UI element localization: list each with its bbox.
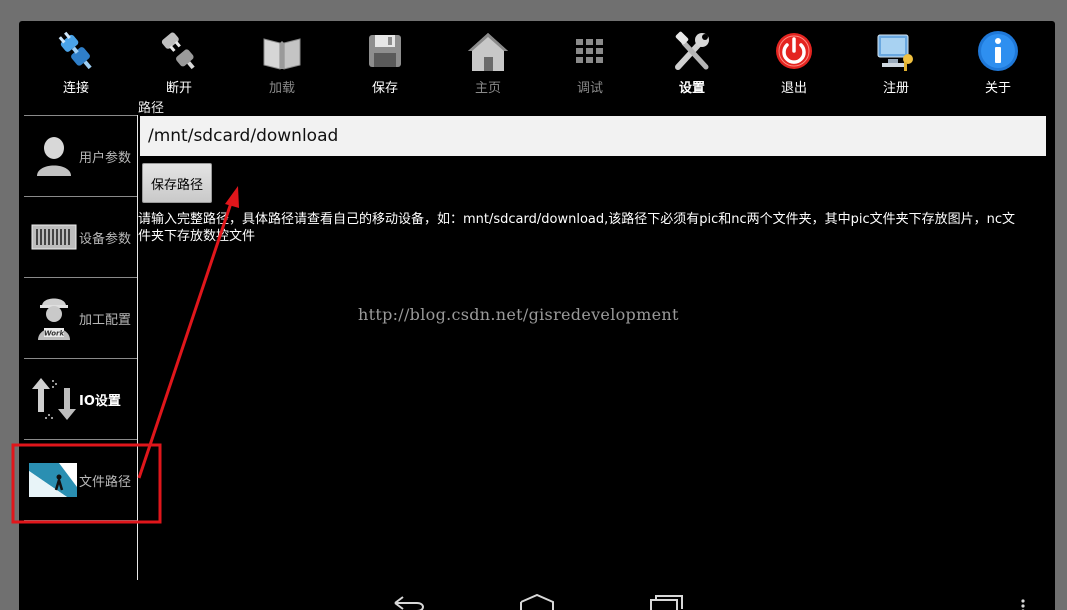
info-icon [976, 29, 1020, 73]
settings-button[interactable]: 设置 [642, 21, 742, 99]
save-toolbar-label: 保存 [371, 81, 398, 96]
path-hint-text: 请输入完整路径，具体路径请查看自己的移动设备，如：mnt/sdcard/down… [138, 212, 1016, 244]
load-button[interactable]: 加载 [232, 21, 332, 99]
sidebar-divider [137, 115, 138, 580]
sidebar-item-label: 用户参数 [79, 150, 132, 166]
debug-label: 调试 [576, 81, 603, 96]
recent-apps-icon[interactable] [649, 595, 685, 610]
sidebar-item-file-path[interactable]: 文件路径 [24, 439, 137, 521]
settings-sidebar: 用户参数 设备参数 Work 加工配置 IO设置 文件路径 [24, 115, 138, 610]
save-path-button[interactable]: 保存路径 [142, 163, 212, 203]
svg-text:Work: Work [44, 330, 66, 338]
device-rack-icon [30, 213, 78, 261]
floppy-disk-icon [363, 29, 407, 73]
watermark: http://blog.csdn.net/gisredevelopment [358, 305, 679, 324]
overflow-menu-icon[interactable] [1020, 597, 1026, 610]
path-heading: 路径 [138, 101, 165, 116]
home-nav-icon[interactable] [519, 593, 555, 610]
power-icon [772, 29, 816, 73]
file-path-icon [28, 456, 78, 504]
save-toolbar-button[interactable]: 保存 [335, 21, 435, 99]
app-window: 连接 断开 加载 保存 主页 调试 设置 退出 注册 关于 用户参数 设备参数 … [19, 21, 1055, 610]
connect-label: 连接 [62, 81, 89, 96]
grid-icon [568, 29, 612, 73]
computer-key-icon [874, 29, 918, 73]
plug-connect-icon [54, 29, 98, 73]
sidebar-item-label: 设备参数 [79, 231, 132, 247]
disconnect-label: 断开 [165, 81, 192, 96]
settings-label: 设置 [678, 81, 705, 96]
about-label: 关于 [984, 81, 1011, 96]
sidebar-item-label: 加工配置 [79, 312, 132, 328]
register-label: 注册 [882, 81, 909, 96]
android-navbar [19, 581, 1055, 610]
open-book-icon [260, 29, 304, 73]
sidebar-item-device-params[interactable]: 设备参数 [24, 196, 137, 277]
exit-button[interactable]: 退出 [744, 21, 844, 99]
debug-button[interactable]: 调试 [540, 21, 640, 99]
disconnect-button[interactable]: 断开 [129, 21, 229, 99]
sidebar-item-io-settings[interactable]: IO设置 [24, 358, 137, 439]
io-arrows-icon [30, 375, 78, 423]
about-button[interactable]: 关于 [948, 21, 1048, 99]
path-input-value: /mnt/sdcard/download [148, 126, 339, 146]
user-icon [30, 132, 78, 180]
load-label: 加载 [268, 81, 295, 96]
sidebar-item-label: IO设置 [79, 393, 121, 409]
back-icon[interactable] [391, 595, 427, 610]
plug-disconnect-icon [157, 29, 201, 73]
register-button[interactable]: 注册 [846, 21, 946, 99]
worker-icon: Work [30, 294, 78, 342]
home-label: 主页 [474, 81, 501, 96]
sidebar-item-label: 文件路径 [79, 474, 132, 490]
tools-icon [670, 29, 714, 73]
sidebar-item-machining-config[interactable]: Work 加工配置 [24, 277, 137, 358]
path-input[interactable]: /mnt/sdcard/download [140, 116, 1046, 156]
sidebar-item-user-params[interactable]: 用户参数 [24, 115, 137, 196]
exit-label: 退出 [780, 81, 807, 96]
home-button[interactable]: 主页 [438, 21, 538, 99]
connect-button[interactable]: 连接 [26, 21, 126, 99]
home-icon [466, 29, 510, 73]
toolbar: 连接 断开 加载 保存 主页 调试 设置 退出 注册 关于 [19, 21, 1055, 99]
